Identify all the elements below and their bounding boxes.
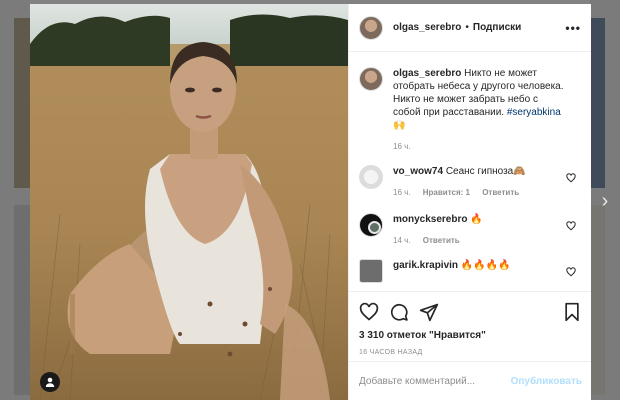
background-thumbnail: [14, 205, 30, 395]
comment-username[interactable]: vo_wow74: [393, 166, 443, 177]
post-sidebar: olgas_serebro • Подписки ••• olgas_sereb…: [348, 4, 591, 400]
publish-button[interactable]: Опубликовать: [511, 376, 582, 387]
comment-composer: Опубликовать: [349, 361, 591, 400]
hashtag-link[interactable]: #seryabkina: [507, 107, 561, 118]
caption-text: olgas_serebro Никто не может отобрать не…: [393, 67, 565, 132]
heart-icon[interactable]: [566, 173, 576, 183]
comment-time[interactable]: 14 ч.: [393, 236, 411, 245]
avatar[interactable]: [359, 15, 383, 40]
chevron-right-icon[interactable]: ›: [596, 190, 614, 212]
background-thumbnail: [14, 18, 30, 188]
follow-button[interactable]: Подписки: [473, 22, 521, 33]
comment-text: monyckserebro 🔥: [393, 213, 565, 226]
comment-meta: 16 ч. Нравится: 1 Ответить: [393, 188, 565, 197]
likes-count[interactable]: 3 310 отметок "Нравится": [359, 330, 582, 341]
comment-likes[interactable]: Нравится: 1: [423, 188, 470, 197]
bookmark-icon[interactable]: [562, 302, 582, 322]
reply-button[interactable]: Ответить: [423, 236, 460, 245]
author-username[interactable]: olgas_serebro: [393, 22, 461, 33]
background-thumbnail: [591, 18, 605, 188]
comment-message: 🔥🔥🔥🔥: [460, 260, 511, 271]
more-icon[interactable]: •••: [565, 21, 581, 35]
caption-meta: 16 ч.: [393, 142, 565, 151]
avatar[interactable]: [359, 259, 383, 283]
comment-row: monyckserebro 🔥 14 ч. Ответить: [359, 213, 582, 245]
comment-meta: 14 ч. Ответить: [393, 236, 565, 245]
avatar[interactable]: [359, 165, 383, 189]
reply-button[interactable]: Ответить: [482, 188, 519, 197]
comment-username[interactable]: garik.krapivin: [393, 260, 458, 271]
heart-icon[interactable]: [566, 267, 576, 277]
user-silhouette-icon: [45, 377, 55, 387]
avatar[interactable]: [359, 67, 383, 91]
caption-time[interactable]: 16 ч.: [393, 142, 411, 151]
comment-text: garik.krapivin 🔥🔥🔥🔥: [393, 259, 565, 272]
heart-icon[interactable]: [359, 302, 379, 322]
caption: olgas_serebro Никто не может отобрать не…: [359, 67, 582, 151]
share-icon[interactable]: [419, 302, 439, 322]
separator-dot: •: [465, 22, 469, 33]
avatar[interactable]: [359, 213, 383, 237]
action-icons: [359, 300, 582, 324]
post-photo[interactable]: [30, 4, 348, 400]
post-actions: 3 310 отметок "Нравится" 16 часов назад: [349, 291, 591, 361]
comment-row: vo_wow74 Сеанс гипноза🙈 16 ч. Нравится: …: [359, 165, 582, 197]
heart-icon[interactable]: [566, 221, 576, 231]
post-header: olgas_serebro • Подписки •••: [349, 4, 591, 52]
post-modal: olgas_serebro • Подписки ••• olgas_sereb…: [30, 4, 591, 400]
user-tag-icon[interactable]: [40, 372, 60, 392]
comment-row: garik.krapivin 🔥🔥🔥🔥: [359, 259, 582, 283]
post-age[interactable]: 16 часов назад: [359, 349, 582, 356]
caption-emoji: 🙌: [393, 120, 406, 131]
comment-text: vo_wow74 Сеанс гипноза🙈: [393, 165, 565, 178]
comment-time[interactable]: 16 ч.: [393, 188, 411, 197]
comment-message: 🔥: [470, 214, 483, 225]
comments-list: olgas_serebro Никто не может отобрать не…: [349, 53, 591, 291]
photo-illustration: [30, 4, 348, 400]
comment-icon[interactable]: [389, 302, 409, 322]
comment-message: Сеанс гипноза🙈: [445, 166, 526, 177]
comment-username[interactable]: monyckserebro: [393, 214, 467, 225]
caption-username[interactable]: olgas_serebro: [393, 68, 461, 79]
background-thumbnail: [591, 205, 605, 395]
comment-input[interactable]: [359, 375, 509, 387]
